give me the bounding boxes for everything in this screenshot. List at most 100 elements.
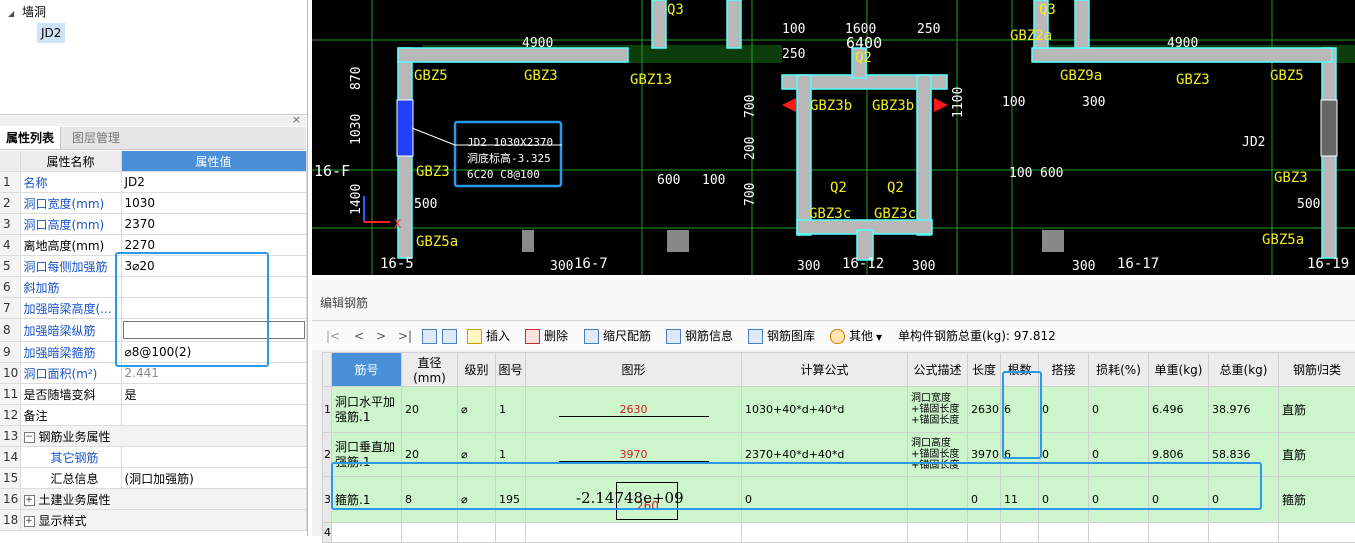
cad-label: Q3 bbox=[1039, 2, 1056, 18]
close-icon[interactable]: × bbox=[292, 113, 301, 126]
cad-tag-line3: 6C20 C8@100 bbox=[467, 168, 540, 181]
rebar-library-button[interactable]: 钢筋图库 bbox=[748, 328, 815, 344]
col-header[interactable]: 总重(kg) bbox=[1209, 353, 1279, 387]
next-button[interactable]: > bbox=[376, 328, 386, 344]
table-row[interactable]: 1 洞口水平加强筋.1 20 ⌀ 1 2630 1030+40*d+40*d 洞… bbox=[323, 387, 1355, 433]
total-weight: 单构件钢筋总重(kg): 97.812 bbox=[898, 328, 1056, 344]
col-header[interactable]: 长度 bbox=[968, 353, 1001, 387]
prop-row[interactable]: 12 备注 bbox=[0, 405, 306, 426]
cad-label: Q3 bbox=[667, 2, 684, 18]
col-header[interactable]: 图号 bbox=[496, 353, 526, 387]
col-header[interactable]: 单重(kg) bbox=[1149, 353, 1209, 387]
prop-value[interactable] bbox=[121, 447, 306, 468]
cad-label: GBZ3 bbox=[524, 68, 558, 84]
first-button[interactable]: |< bbox=[326, 328, 340, 344]
cad-dim: 250 bbox=[917, 22, 940, 37]
cad-axis: 16-12 bbox=[842, 256, 884, 272]
prop-row[interactable]: 1 名称 JD2 bbox=[0, 172, 306, 193]
move-down-button[interactable] bbox=[442, 328, 461, 344]
library-icon bbox=[748, 329, 763, 344]
col-header[interactable]: 搭接 bbox=[1039, 353, 1089, 387]
col-header[interactable]: 图形 bbox=[526, 353, 742, 387]
prop-group-row[interactable]: 16 +土建业务属性 bbox=[0, 489, 306, 510]
tree-node-parent[interactable]: ◢ 墙洞 bbox=[8, 2, 46, 22]
cad-dim: 100 bbox=[1002, 95, 1025, 110]
prop-value[interactable] bbox=[121, 405, 306, 426]
last-button[interactable]: >| bbox=[398, 328, 412, 344]
cad-dim: 100 bbox=[702, 173, 725, 188]
scale-rebar-button[interactable]: 缩尺配筋 bbox=[584, 328, 651, 344]
other-dropdown[interactable]: 其他▼ bbox=[830, 328, 882, 344]
cad-dim: 1100 bbox=[951, 87, 966, 118]
prop-value[interactable]: 2370 bbox=[121, 214, 306, 235]
expand-plus-icon[interactable]: + bbox=[24, 516, 35, 527]
tab-layers[interactable]: 图层管理 bbox=[66, 127, 126, 149]
arrow-up-icon bbox=[422, 329, 437, 344]
prop-header-value: 属性值 bbox=[121, 151, 306, 172]
col-header[interactable]: 计算公式 bbox=[742, 353, 908, 387]
cad-axis: 16-7 bbox=[574, 256, 608, 272]
edit-rebar-panel: 编辑钢筋 |< < > >| 插入 删除 缩尺配筋 钢筋信息 钢筋图库 其他▼ … bbox=[312, 278, 1355, 536]
col-header[interactable]: 钢筋归类 bbox=[1279, 353, 1355, 387]
cad-label: GBZ3 bbox=[416, 164, 450, 180]
cad-dim: 300 bbox=[1082, 95, 1105, 110]
cad-label: 16-F bbox=[314, 162, 350, 180]
cad-dim: 100 bbox=[782, 22, 805, 37]
cad-label: GBZ3c bbox=[874, 206, 916, 222]
rebar-info-button[interactable]: 钢筋信息 bbox=[666, 328, 733, 344]
insert-button[interactable]: 插入 bbox=[467, 328, 510, 344]
cad-dim: 600 bbox=[1040, 166, 1063, 181]
col-header[interactable]: 公式描述 bbox=[908, 353, 968, 387]
cad-dim: 500 bbox=[414, 197, 437, 212]
cad-dim: 700 bbox=[743, 95, 758, 118]
cad-drawing-view[interactable]: 4900 1600 6400 250 100 250 4900 870 1030… bbox=[312, 0, 1355, 275]
prop-value[interactable]: JD2 bbox=[121, 172, 306, 193]
prop-row[interactable]: 15 汇总信息 (洞口加强筋) bbox=[0, 468, 306, 489]
prop-value[interactable]: 1030 bbox=[121, 193, 306, 214]
highlight-frame-properties bbox=[115, 252, 269, 367]
cad-tag-line2: 洞底标高-3.325 bbox=[467, 151, 551, 165]
cad-dim: 100 bbox=[1009, 166, 1032, 181]
panel-tabs: 属性列表 图层管理 bbox=[0, 127, 306, 150]
cad-dim: 250 bbox=[782, 47, 805, 62]
expand-plus-icon[interactable]: + bbox=[24, 495, 35, 506]
prop-row[interactable]: 3 洞口高度(mm) 2370 bbox=[0, 214, 306, 235]
prop-group-row[interactable]: 18 +显示样式 bbox=[0, 510, 306, 531]
prop-row[interactable]: 11 是否随墙变斜 是 bbox=[0, 384, 306, 405]
col-header[interactable]: 损耗(%) bbox=[1089, 353, 1149, 387]
cad-label: GBZ3b bbox=[810, 98, 852, 114]
col-header[interactable]: 筋号 bbox=[332, 353, 402, 387]
tree-node-jd2[interactable]: JD2 bbox=[37, 23, 65, 43]
prop-value[interactable]: 是 bbox=[121, 384, 306, 405]
cad-label: GBZ5 bbox=[414, 68, 448, 84]
delete-button[interactable]: 删除 bbox=[525, 328, 568, 344]
prev-button[interactable]: < bbox=[354, 328, 364, 344]
tab-properties[interactable]: 属性列表 bbox=[0, 127, 61, 149]
cad-axis: 16-17 bbox=[1117, 256, 1159, 272]
cad-label: GBZ5 bbox=[1270, 68, 1304, 84]
cad-label: Q2 bbox=[887, 180, 904, 196]
cad-dim: 200 bbox=[743, 137, 758, 160]
move-up-button[interactable] bbox=[422, 328, 441, 344]
prop-group-row[interactable]: 13 −钢筋业务属性 bbox=[0, 426, 306, 447]
cad-label: GBZ3b bbox=[872, 98, 914, 114]
cad-dim: 4900 bbox=[1167, 36, 1198, 51]
cad-axis: 16-5 bbox=[380, 256, 414, 272]
table-row[interactable]: 4 bbox=[323, 523, 1355, 543]
col-header[interactable]: 级别 bbox=[458, 353, 496, 387]
collapse-triangle-icon[interactable]: ◢ bbox=[8, 9, 14, 18]
col-header[interactable]: 直径(mm) bbox=[402, 353, 458, 387]
prop-header-name: 属性名称 bbox=[20, 151, 121, 172]
prop-row[interactable]: 2 洞口宽度(mm) 1030 bbox=[0, 193, 306, 214]
cad-dim: 1030 bbox=[349, 114, 364, 145]
rebar-grid: 筋号 直径(mm) 级别 图号 图形 计算公式 公式描述 长度 根数 搭接 损耗… bbox=[322, 352, 1355, 543]
cad-label: GBZ9a bbox=[1060, 68, 1102, 84]
prop-row[interactable]: 14 其它钢筋 bbox=[0, 447, 306, 468]
cad-dim: 300 bbox=[912, 259, 935, 274]
splitter[interactable]: × bbox=[0, 116, 306, 126]
collapse-minus-icon[interactable]: − bbox=[24, 432, 35, 443]
delete-icon bbox=[525, 329, 540, 344]
prop-value[interactable]: (洞口加强筋) bbox=[121, 468, 306, 489]
shape-cell: 2630 bbox=[526, 387, 742, 433]
tree-node-parent-label: 墙洞 bbox=[22, 5, 46, 19]
